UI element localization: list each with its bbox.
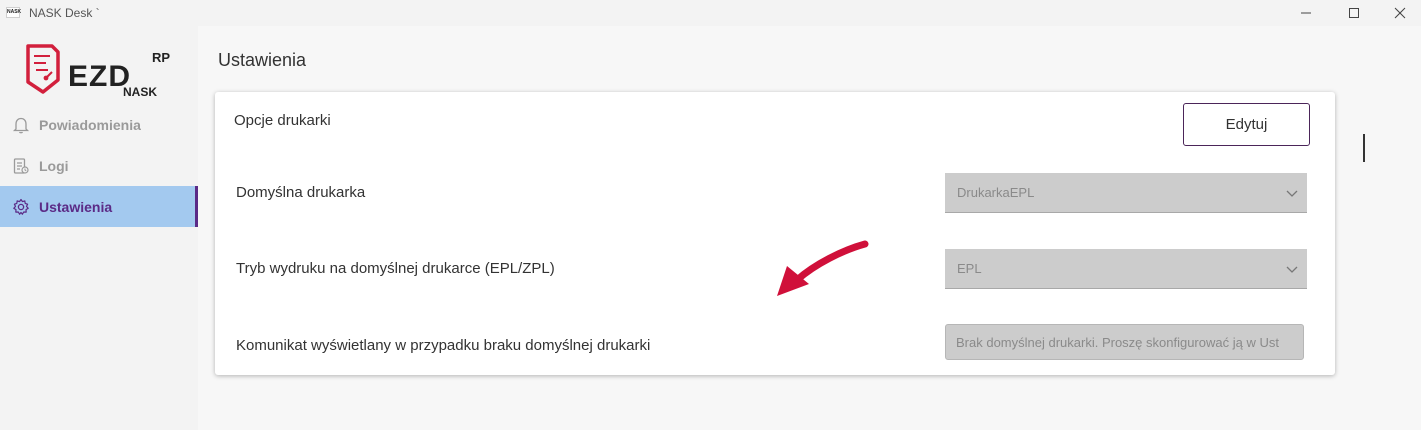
page-title: Ustawienia xyxy=(218,50,307,70)
close-icon xyxy=(1394,7,1406,19)
minimize-button[interactable] xyxy=(1283,0,1329,26)
card-title: Opcje drukarki xyxy=(234,112,331,129)
print-mode-value: EPL xyxy=(957,261,982,276)
edit-button[interactable]: Edytuj xyxy=(1183,103,1310,146)
maximize-icon xyxy=(1349,8,1359,18)
default-printer-select[interactable]: DrukarkaEPL xyxy=(945,173,1307,213)
no-printer-message-label: Komunikat wyświetlany w przypadku braku … xyxy=(236,337,651,354)
svg-text:RP: RP xyxy=(152,50,170,65)
gear-icon xyxy=(13,198,29,215)
ezd-rp-logo: EZD RP NASK xyxy=(22,42,178,99)
window-titlebar: NASK NASK Desk ` xyxy=(0,0,1421,26)
printer-options-card: Opcje drukarki Edytuj Domyślna drukarka … xyxy=(215,92,1335,375)
app-icon: NASK xyxy=(6,7,21,18)
bell-icon xyxy=(12,117,30,134)
chevron-down-icon xyxy=(1286,266,1298,273)
sidebar-item-ustawienia[interactable]: Ustawienia xyxy=(0,186,198,227)
no-printer-message-input[interactable]: Brak domyślnej drukarki. Proszę skonfigu… xyxy=(945,324,1304,360)
default-printer-label: Domyślna drukarka xyxy=(236,184,366,201)
close-button[interactable] xyxy=(1377,0,1421,26)
log-icon xyxy=(13,158,29,174)
maximize-button[interactable] xyxy=(1331,0,1377,26)
default-printer-value: DrukarkaEPL xyxy=(957,185,1035,200)
main-content: Ustawienia Opcje drukarki Edytuj Domyśln… xyxy=(198,26,1421,430)
sidebar-item-label: Powiadomienia xyxy=(39,116,141,133)
svg-text:NASK: NASK xyxy=(123,85,157,98)
sidebar-item-powiadomienia[interactable]: Powiadomienia xyxy=(0,104,198,145)
window-title: NASK Desk ` xyxy=(29,6,100,20)
no-printer-message-value: Brak domyślnej drukarki. Proszę skonfigu… xyxy=(956,335,1279,350)
sidebar-item-logi[interactable]: Logi xyxy=(0,145,198,186)
annotation-arrow-icon xyxy=(777,240,869,296)
sidebar: EZD RP NASK Powiadomienia Logi Ustawieni… xyxy=(0,26,198,430)
minimize-icon xyxy=(1301,12,1311,14)
chevron-down-icon xyxy=(1286,190,1298,197)
scrollbar[interactable] xyxy=(1363,134,1365,162)
sidebar-item-label: Ustawienia xyxy=(39,198,113,215)
print-mode-select[interactable]: EPL xyxy=(945,249,1307,289)
print-mode-label: Tryb wydruku na domyślnej drukarce (EPL/… xyxy=(236,260,555,277)
svg-text:EZD: EZD xyxy=(68,60,131,93)
sidebar-item-label: Logi xyxy=(39,157,69,174)
